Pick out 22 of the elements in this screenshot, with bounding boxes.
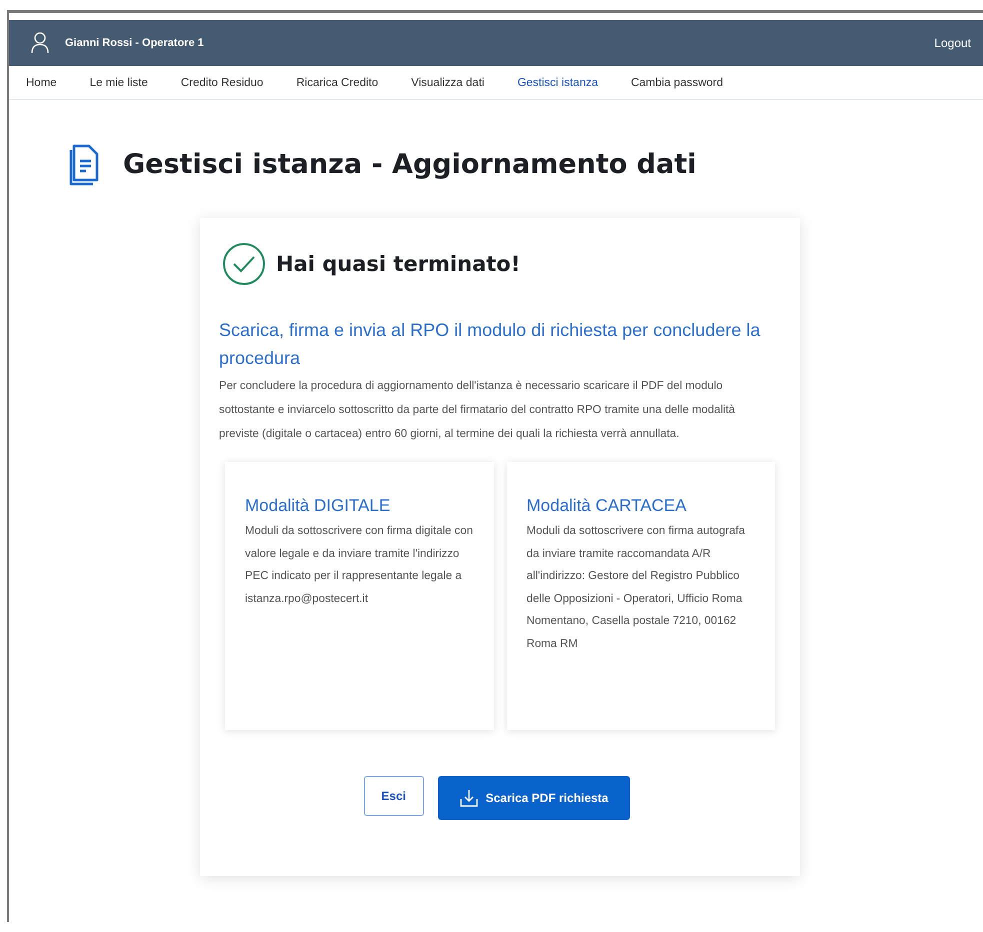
success-heading: Hai quasi terminato! bbox=[276, 252, 520, 276]
instruction-heading: Scarica, firma e invia al RPO il modulo di richiesta per concludere la procedura bbox=[219, 319, 762, 370]
user-name: Gianni Rossi - Operatore 1 bbox=[65, 37, 204, 49]
page-title: Gestisci istanza - Aggiornamento dati bbox=[123, 148, 696, 180]
nav-tab[interactable]: Credito Residuo bbox=[180, 76, 264, 88]
mode-title: Modalità DIGITALE bbox=[245, 496, 392, 516]
instruction-text: Per concludere la procedura di aggiornamento dell'istanza è necessario scaricare il PDF del modulo sottostante e inviarcelo sottoscritto da parte del firmatario del contratto RPO tramite una delle modalità previste (digitale o cartacea) entro 60 giorni, al termine dei quali la richiesta verrà annullata. bbox=[219, 379, 736, 442]
nav-tab[interactable]: Visualizza dati bbox=[411, 76, 484, 88]
download-icon bbox=[460, 789, 478, 807]
nav-tab[interactable]: Le mie liste bbox=[90, 76, 148, 88]
mode-title: Modalità CARTACEA bbox=[526, 496, 688, 516]
nav-tab[interactable]: Cambia password bbox=[630, 76, 724, 88]
mode-description: Moduli da sottoscrivere con firma autografa da inviare tramite raccomandata A/R all'indirizzo: Gestore del Registro Pubblico delle Opposizioni - Operatori, Ufficio Roma Nomentano, Casella postale 7210, 00162 Roma RM bbox=[526, 524, 746, 652]
nav-tab[interactable]: Gestisci istanza bbox=[517, 76, 598, 88]
nav-tab[interactable]: Ricarica Credito bbox=[296, 76, 378, 88]
mode-description: Moduli da sottoscrivere con firma digitale con valore legale e da inviare tramite l'indirizzo PEC indicato per il rappresentante legale a istanza.rpo@postecert.it bbox=[245, 524, 474, 606]
user-icon bbox=[31, 32, 49, 54]
download-button[interactable]: Scarica PDF richiesta bbox=[438, 776, 630, 820]
nav-tab[interactable]: Home bbox=[26, 76, 57, 88]
exit-button[interactable]: Esci bbox=[364, 776, 424, 816]
check-circle-icon bbox=[222, 242, 266, 286]
logout-link[interactable]: Logout bbox=[934, 36, 971, 50]
